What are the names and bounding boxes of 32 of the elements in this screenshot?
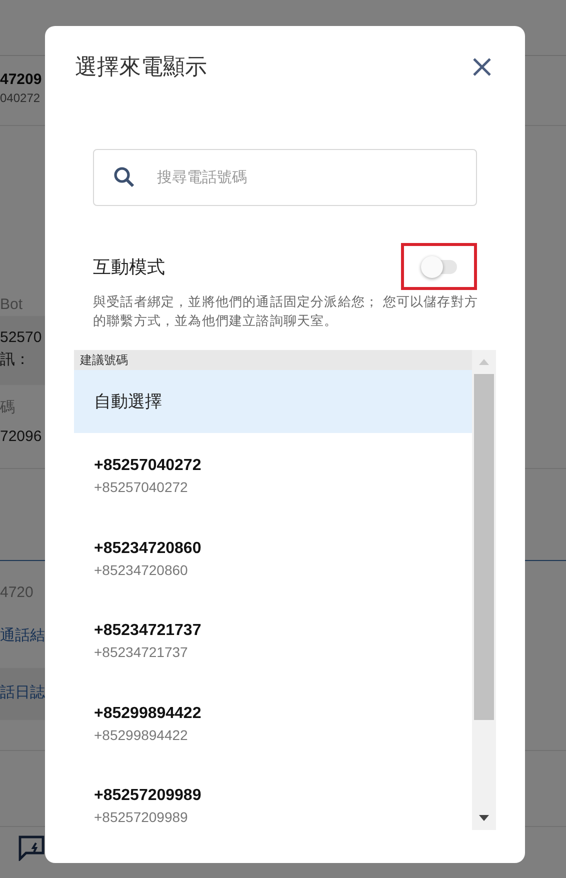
scrollbar-thumb[interactable] (474, 374, 494, 720)
background-text: 040272 (0, 90, 40, 107)
chat-icon[interactable] (18, 835, 45, 861)
background-text: 47209 (0, 70, 42, 90)
search-icon (113, 166, 135, 188)
list-header: 建議號碼 (74, 350, 472, 370)
scroll-down-icon[interactable] (479, 815, 489, 821)
phone-number[interactable]: +85234721737 (94, 620, 202, 642)
phone-caption: +85234721737 (94, 643, 188, 662)
phone-number[interactable]: +85257209989 (94, 785, 202, 807)
background-text: 4720 (0, 583, 34, 603)
phone-caption: +85234720860 (94, 560, 188, 580)
phone-caption: +85257040272 (94, 478, 188, 497)
background-text: Bot (0, 295, 23, 315)
phone-number[interactable]: +85299894422 (94, 702, 202, 724)
search-field[interactable]: 搜尋電話號碼 (93, 149, 477, 206)
toggle-switch[interactable] (421, 256, 457, 278)
mode-label: 互動模式 (93, 256, 165, 278)
phone-number[interactable]: +85234720860 (94, 538, 202, 560)
dialog-title: 選擇來電顯示 (75, 53, 207, 81)
close-icon[interactable] (472, 57, 492, 77)
phone-number[interactable]: +85257040272 (94, 455, 202, 477)
phone-caption: +85299894422 (94, 726, 188, 744)
list-item[interactable]: 自動選擇 (74, 370, 472, 433)
scroll-up-icon[interactable] (479, 359, 489, 365)
mode-description: 與受話者綁定，並將他們的通話固定分派給您； 您可以儲存對方的聯繫方式，並為他們建立諮詢聊天室。 (93, 293, 480, 330)
background-text: 52570 (0, 328, 42, 348)
background-text: 碼 (0, 398, 15, 418)
background-text: 訊： (0, 350, 30, 370)
scrollbar[interactable] (472, 350, 496, 830)
phone-caption: +85257209989 (94, 808, 188, 827)
background-text: 72096 (0, 427, 42, 447)
